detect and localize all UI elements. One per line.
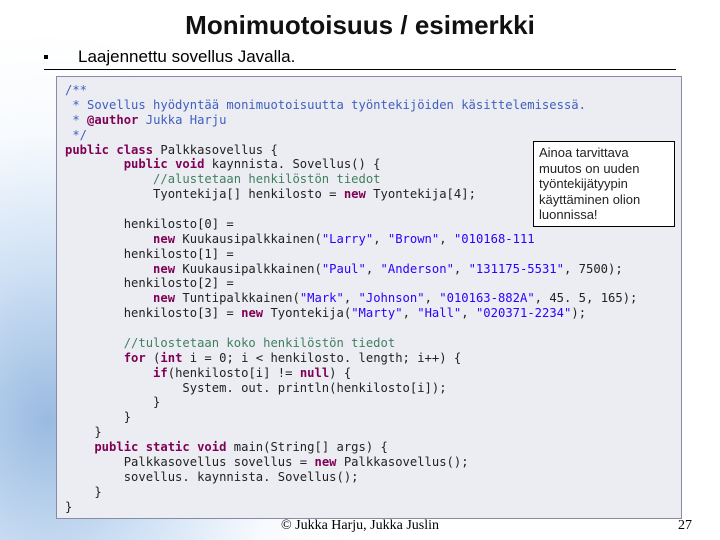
- bullet-text: Laajennettu sovellus Javalla.: [78, 47, 295, 67]
- code-kw: void: [168, 157, 205, 171]
- code-line: (: [146, 351, 161, 365]
- code-line: , 45. 5, 165);: [535, 291, 638, 305]
- code-line: Jukka Harju: [138, 113, 226, 127]
- code-line: Tyontekija(: [263, 306, 351, 320]
- code-line: ,: [403, 306, 418, 320]
- code-str: "Brown": [388, 232, 439, 246]
- code-line: (henkilosto[i] !=: [168, 366, 300, 380]
- code-line: kaynnista. Sovellus() {: [204, 157, 380, 171]
- bullet-row: Laajennettu sovellus Javalla.: [44, 47, 720, 67]
- code-kw: public: [65, 157, 168, 171]
- code-line: *: [65, 113, 87, 127]
- code-kw: new: [314, 455, 336, 469]
- code-kw: null: [300, 366, 329, 380]
- code-kw: void: [190, 440, 227, 454]
- code-line: Palkkasovellus sovellus =: [65, 455, 314, 469]
- code-line: */: [65, 128, 87, 142]
- code-line: ,: [373, 232, 388, 246]
- code-line: ,: [366, 262, 381, 276]
- code-str: "Johnson": [359, 291, 425, 305]
- code-line: Palkkasovellus {: [153, 143, 278, 157]
- code-line: Palkkasovellus();: [337, 455, 469, 469]
- code-line: ,: [461, 306, 476, 320]
- code-line: }: [65, 425, 102, 439]
- code-tag: @author: [87, 113, 138, 127]
- code-str: "Anderson": [381, 262, 454, 276]
- code-kw: new: [344, 187, 366, 201]
- code-line: , 7500);: [564, 262, 623, 276]
- code-comment: //alustetaan henkilöstön tiedot: [65, 172, 381, 186]
- code-kw: class: [109, 143, 153, 157]
- divider: [44, 69, 676, 70]
- code-str: "131175-5531": [469, 262, 564, 276]
- code-line: * Sovellus hyödyntää monimuotoisuutta ty…: [65, 98, 586, 112]
- code-line: henkilosto[2] =: [65, 276, 234, 290]
- code-line: Kuukausipalkkainen(: [175, 262, 322, 276]
- code-str: "Larry": [322, 232, 373, 246]
- code-line: ,: [439, 232, 454, 246]
- code-kw: new: [65, 262, 175, 276]
- code-line: }: [65, 500, 72, 514]
- code-line: ,: [425, 291, 440, 305]
- code-line: ) {: [329, 366, 351, 380]
- code-comment: //tulostetaan koko henkilöstön tiedot: [65, 336, 395, 350]
- code-str: "020371-2234": [476, 306, 571, 320]
- code-line: main(String[] args) {: [226, 440, 387, 454]
- code-kw: new: [65, 232, 175, 246]
- page-number: 27: [678, 518, 692, 534]
- code-kw: for: [65, 351, 146, 365]
- callout-box: Ainoa tarvittava muutos on uuden työntek…: [533, 141, 675, 227]
- code-line: /**: [65, 83, 87, 97]
- code-kw: public: [65, 440, 138, 454]
- code-line: Kuukausipalkkainen(: [175, 232, 322, 246]
- code-line: i = 0; i < henkilosto. length; i++) {: [182, 351, 461, 365]
- code-line: }: [65, 485, 102, 499]
- code-line: System. out. println(henkilosto[i]);: [65, 381, 447, 395]
- footer-copyright: © Jukka Harju, Jukka Juslin: [0, 518, 720, 534]
- code-line: Tyontekija[] henkilosto =: [65, 187, 344, 201]
- code-kw: int: [160, 351, 182, 365]
- code-kw: static: [138, 440, 189, 454]
- code-line: }: [65, 410, 131, 424]
- code-panel: Ainoa tarvittava muutos on uuden työntek…: [56, 76, 682, 519]
- code-line: henkilosto[1] =: [65, 247, 234, 261]
- code-str: "Marty": [351, 306, 402, 320]
- code-line: ,: [454, 262, 469, 276]
- code-kw: public: [65, 143, 109, 157]
- code-str: "Paul": [322, 262, 366, 276]
- code-line: Tyontekija[4];: [366, 187, 476, 201]
- code-kw: if: [65, 366, 168, 380]
- code-line: ,: [344, 291, 359, 305]
- code-line: henkilosto[0] =: [65, 217, 234, 231]
- code-line: }: [65, 395, 160, 409]
- code-str: "Mark": [300, 291, 344, 305]
- slide-title: Monimuotoisuus / esimerkki: [0, 0, 720, 41]
- code-line: Tuntipalkkainen(: [175, 291, 300, 305]
- code-str: "010163-882A": [439, 291, 534, 305]
- code-kw: new: [65, 291, 175, 305]
- code-line: );: [571, 306, 586, 320]
- code-str: "Hall": [417, 306, 461, 320]
- code-line: henkilosto[3] =: [65, 306, 241, 320]
- slide: Monimuotoisuus / esimerkki Laajennettu s…: [0, 0, 720, 540]
- bullet-dot-icon: [44, 55, 48, 59]
- code-kw: new: [241, 306, 263, 320]
- code-line: sovellus. kaynnista. Sovellus();: [65, 470, 359, 484]
- code-str: "010168-111: [454, 232, 535, 246]
